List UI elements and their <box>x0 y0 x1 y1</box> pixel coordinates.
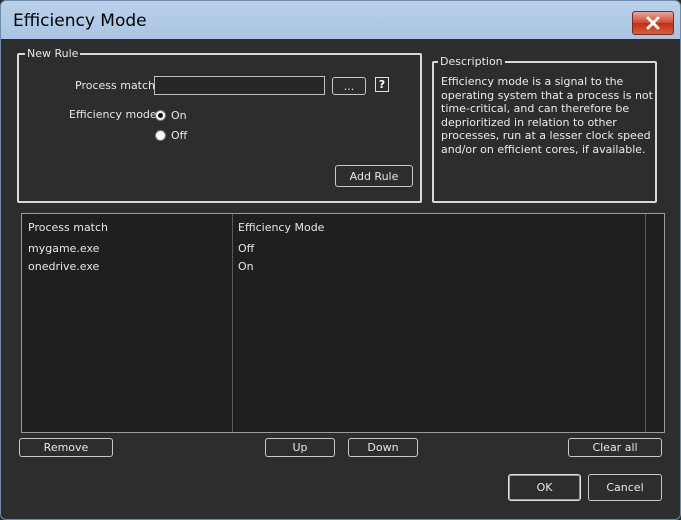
description-group: Description Efficiency mode is a signal … <box>432 55 657 203</box>
title-bar[interactable]: Efficiency Mode <box>1 1 680 39</box>
browse-label: ... <box>343 79 355 93</box>
table-row-process[interactable]: onedrive.exe <box>28 260 99 273</box>
radio-on[interactable] <box>155 110 166 121</box>
close-icon <box>646 16 660 30</box>
ok-button[interactable]: OK <box>508 474 581 501</box>
up-button[interactable]: Up <box>265 438 335 457</box>
efficiency-mode-label: Efficiency mode: <box>69 108 161 121</box>
process-match-input[interactable] <box>154 76 325 95</box>
description-text: Efficiency mode is a signal to the opera… <box>441 75 653 156</box>
table-row-process[interactable]: mygame.exe <box>28 242 99 255</box>
column-separator-end <box>645 214 646 432</box>
down-button[interactable]: Down <box>348 438 418 457</box>
add-rule-button[interactable]: Add Rule <box>335 165 413 187</box>
rules-table[interactable]: Process match Efficiency Mode mygame.exe… <box>21 213 665 433</box>
efficiency-mode-dialog: Efficiency Mode New Rule Process match: … <box>0 0 681 520</box>
description-legend: Description <box>438 55 505 68</box>
close-button[interactable] <box>632 11 674 35</box>
dialog-client-area: New Rule Process match: ... ? Efficiency… <box>2 39 679 517</box>
radio-on-label[interactable]: On <box>171 109 187 122</box>
add-rule-label: Add Rule <box>349 169 399 183</box>
browse-button[interactable]: ... <box>332 77 366 95</box>
radio-off-label[interactable]: Off <box>171 129 187 142</box>
radio-off[interactable] <box>155 130 166 141</box>
new-rule-group: New Rule Process match: ... ? Efficiency… <box>17 47 422 203</box>
window-title: Efficiency Mode <box>13 11 147 31</box>
clear-all-button[interactable]: Clear all <box>568 438 662 457</box>
column-header-mode[interactable]: Efficiency Mode <box>238 221 324 234</box>
help-icon[interactable]: ? <box>375 77 389 92</box>
table-row-mode[interactable]: Off <box>238 242 254 255</box>
new-rule-legend: New Rule <box>25 47 81 60</box>
process-match-label: Process match: <box>75 79 159 92</box>
column-header-process[interactable]: Process match <box>28 221 108 234</box>
table-row-mode[interactable]: On <box>238 260 254 273</box>
column-separator <box>232 214 233 432</box>
remove-button[interactable]: Remove <box>19 438 113 457</box>
cancel-button[interactable]: Cancel <box>588 474 662 501</box>
